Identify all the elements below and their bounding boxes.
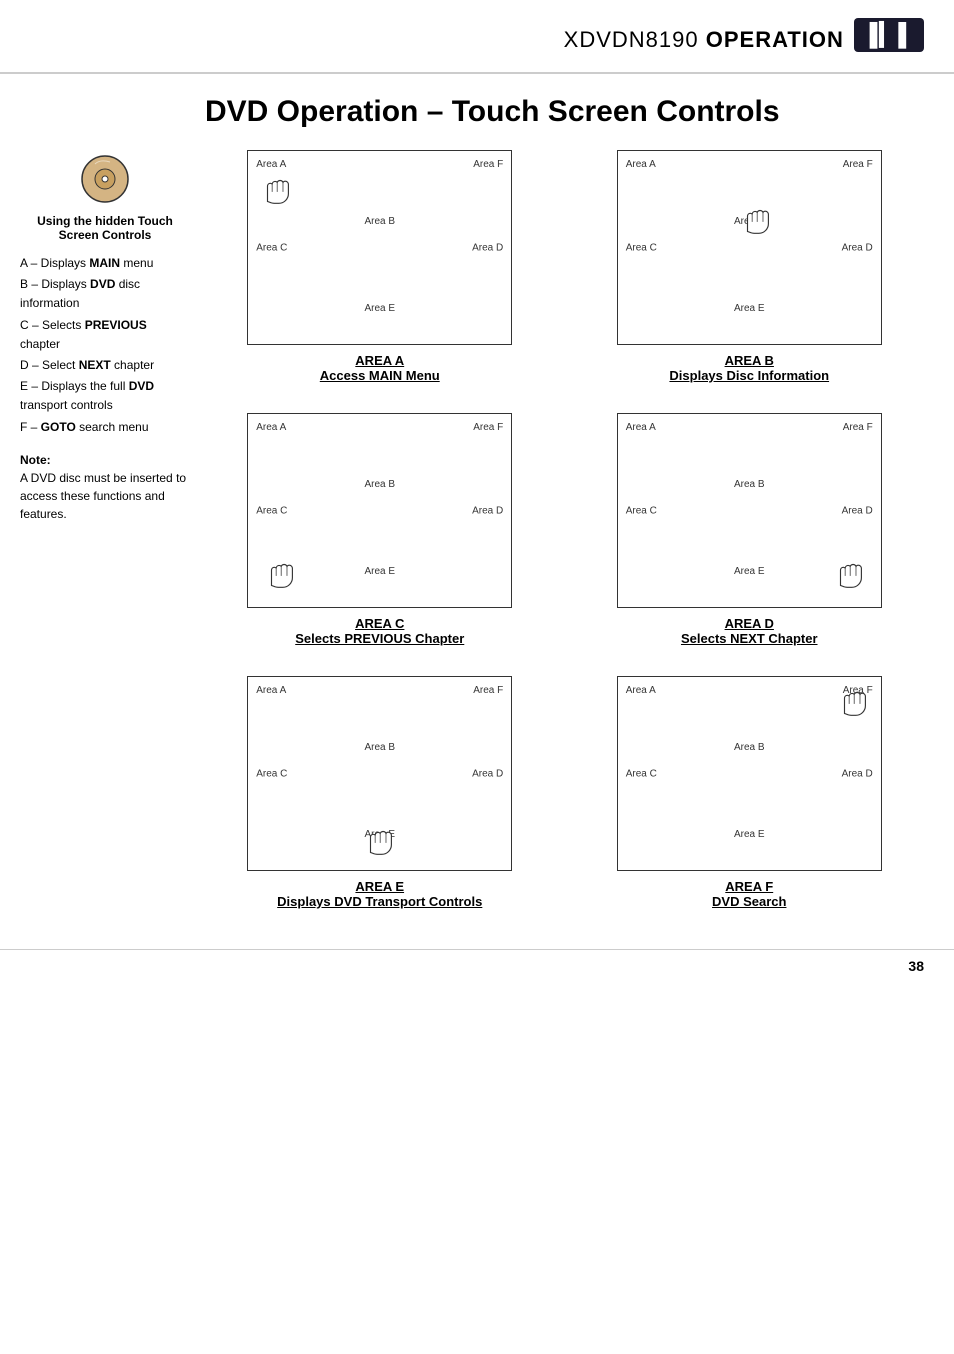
brand-logo: ▐▎▌ audio·video	[854, 18, 924, 62]
area-f-label-d: Area F	[843, 422, 873, 433]
page-footer: 38	[0, 949, 954, 982]
area-e-label-b: Area E	[734, 303, 765, 314]
area-a-label-b: Area A	[626, 159, 656, 170]
caption-f: AREA F DVD Search	[712, 879, 786, 909]
page-content: Using the hidden Touch Screen Controls A…	[0, 74, 954, 929]
operation-label: OPERATION	[706, 27, 844, 52]
area-f-label-e: Area F	[473, 685, 503, 696]
area-a-label-c: Area A	[256, 422, 286, 433]
area-b-label-d: Area B	[734, 479, 765, 490]
hand-cursor-b	[738, 201, 776, 239]
area-e-label-a: Area E	[364, 303, 395, 314]
hand-cursor-f	[835, 683, 873, 721]
caption-sub-b: Displays Disc Information	[669, 368, 829, 383]
disc-svg	[80, 154, 130, 204]
main-content: DVD Operation – Touch Screen Controls Ar…	[205, 94, 924, 909]
caption-a: AREA A Access MAIN Menu	[320, 353, 440, 383]
header-title: XDVDN8190 OPERATION	[564, 27, 844, 53]
area-c-label-d: Area C	[626, 505, 657, 516]
page-header: XDVDN8190 OPERATION ▐▎▌ audio·video	[0, 0, 954, 74]
area-e-label-c: Area E	[364, 566, 395, 577]
diagram-area-e: Area A Area F Area B Area C Area D Area …	[205, 676, 555, 909]
area-a-label-d: Area A	[626, 422, 656, 433]
caption-title-d: AREA D	[681, 616, 818, 631]
area-b-label-e: Area B	[364, 742, 395, 753]
touch-box-a: Area A Area F Area B Area C Area D Area …	[247, 150, 512, 345]
page-title: DVD Operation – Touch Screen Controls	[205, 94, 924, 130]
list-item-c: C – Selects PREVIOUS chapter	[20, 316, 190, 354]
caption-e: AREA E Displays DVD Transport Controls	[277, 879, 482, 909]
touch-box-d: Area A Area F Area B Area C Area D Area …	[617, 413, 882, 608]
page-number: 38	[908, 958, 924, 974]
area-c-label-a: Area C	[256, 242, 287, 253]
caption-d: AREA D Selects NEXT Chapter	[681, 616, 818, 646]
area-f-label-a: Area F	[473, 159, 503, 170]
caption-title-b: AREA B	[669, 353, 829, 368]
caption-b: AREA B Displays Disc Information	[669, 353, 829, 383]
area-b-label-a: Area B	[364, 216, 395, 227]
area-a-label: Area A	[256, 159, 286, 170]
note-label: Note:	[20, 453, 51, 467]
caption-sub-f: DVD Search	[712, 894, 786, 909]
area-f-label-c: Area F	[473, 422, 503, 433]
list-item-a: A – Displays MAIN menu	[20, 254, 190, 273]
area-a-label-e: Area A	[256, 685, 286, 696]
list-item-b: B – Displays DVD disc information	[20, 275, 190, 313]
area-a-label-f: Area A	[626, 685, 656, 696]
caption-title-f: AREA F	[712, 879, 786, 894]
model-number: XDVDN8190	[564, 27, 699, 52]
area-c-label-e: Area C	[256, 768, 287, 779]
list-item-d: D – Select NEXT chapter	[20, 356, 190, 375]
area-c-label-b: Area C	[626, 242, 657, 253]
logo-sub: audio·video	[860, 52, 918, 62]
logo-box: ▐▎▌	[854, 18, 924, 52]
caption-sub-c: Selects PREVIOUS Chapter	[295, 631, 464, 646]
diagram-area-a: Area A Area F Area B Area C Area D Area …	[205, 150, 555, 383]
caption-sub-a: Access MAIN Menu	[320, 368, 440, 383]
area-f-label-b: Area F	[843, 159, 873, 170]
caption-sub-d: Selects NEXT Chapter	[681, 631, 818, 646]
area-d-label-f: Area D	[842, 768, 873, 779]
diagram-area-c: Area A Area F Area B Area C Area D Area …	[205, 413, 555, 646]
hand-cursor-e	[361, 822, 399, 860]
area-c-label-c: Area C	[256, 505, 287, 516]
area-b-label-c: Area B	[364, 479, 395, 490]
caption-title-c: AREA C	[295, 616, 464, 631]
area-d-label-a: Area D	[472, 242, 503, 253]
note-text: A DVD disc must be inserted to access th…	[20, 471, 186, 521]
diagram-area-d: Area A Area F Area B Area C Area D Area …	[575, 413, 925, 646]
area-e-label-f: Area E	[734, 829, 765, 840]
area-d-label-b: Area D	[842, 242, 873, 253]
sidebar-subtitle: Using the hidden Touch Screen Controls	[20, 214, 190, 242]
hand-cursor-d	[831, 555, 869, 593]
diagram-area-b: Area A Area F Area B Area C Area D Area …	[575, 150, 925, 383]
hand-cursor-c	[262, 555, 300, 593]
diagrams-grid: Area A Area F Area B Area C Area D Area …	[205, 150, 924, 909]
caption-title-e: AREA E	[277, 879, 482, 894]
sidebar-list: A – Displays MAIN menu B – Displays DVD …	[20, 254, 190, 437]
sidebar: Using the hidden Touch Screen Controls A…	[20, 94, 205, 909]
caption-sub-e: Displays DVD Transport Controls	[277, 894, 482, 909]
caption-c: AREA C Selects PREVIOUS Chapter	[295, 616, 464, 646]
area-d-label-e: Area D	[472, 768, 503, 779]
area-b-label-f: Area B	[734, 742, 765, 753]
area-d-label-d: Area D	[842, 505, 873, 516]
area-e-label-d: Area E	[734, 566, 765, 577]
hand-cursor-a	[258, 171, 296, 209]
cd-disc-icon	[20, 154, 190, 204]
touch-box-c: Area A Area F Area B Area C Area D Area …	[247, 413, 512, 608]
list-item-f: F – GOTO search menu	[20, 418, 190, 437]
list-item-e: E – Displays the full DVD transport cont…	[20, 377, 190, 415]
touch-box-e: Area A Area F Area B Area C Area D Area …	[247, 676, 512, 871]
touch-box-f: Area A Area F Area B Area C Area D Area …	[617, 676, 882, 871]
sidebar-note: Note: A DVD disc must be inserted to acc…	[20, 451, 190, 523]
logo-text: ▐▎▌	[862, 22, 916, 48]
touch-box-b: Area A Area F Area B Area C Area D Area …	[617, 150, 882, 345]
caption-title-a: AREA A	[320, 353, 440, 368]
diagram-area-f: Area A Area F Area B Area C Area D Area …	[575, 676, 925, 909]
area-c-label-f: Area C	[626, 768, 657, 779]
area-d-label-c: Area D	[472, 505, 503, 516]
